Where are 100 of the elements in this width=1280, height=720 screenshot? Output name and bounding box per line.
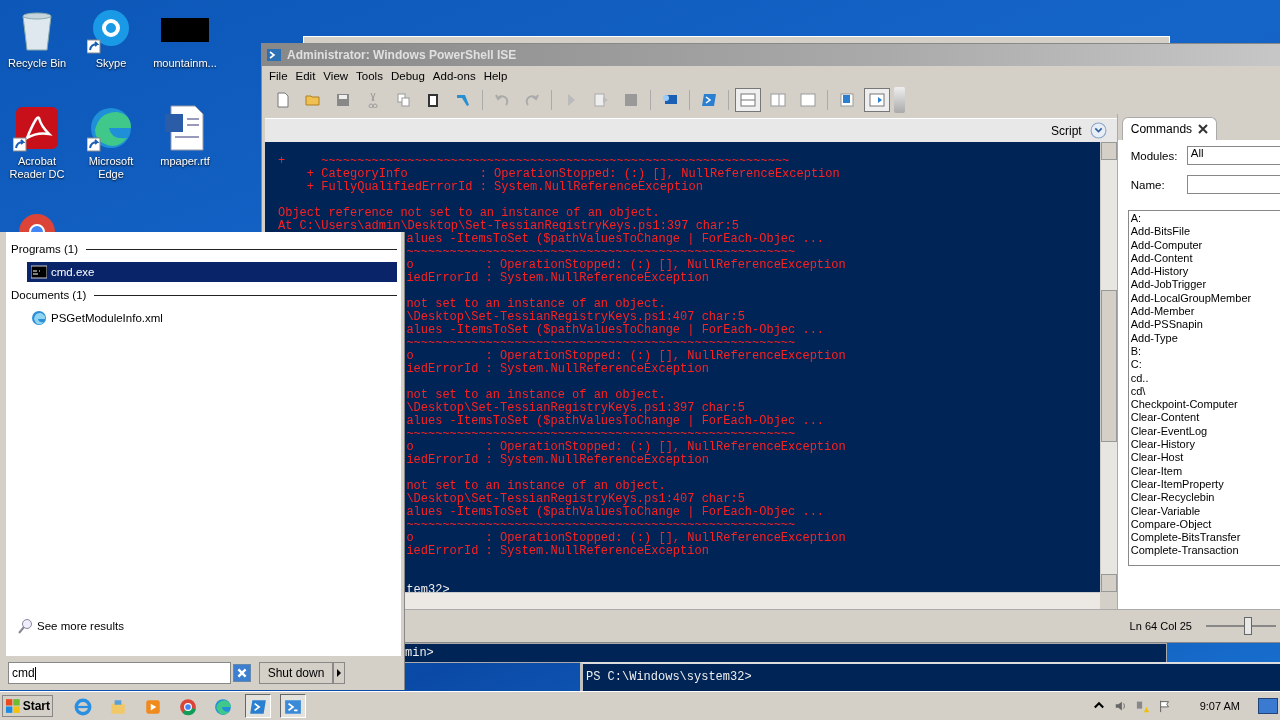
redo-icon — [524, 92, 540, 108]
shut-down-button[interactable]: Shut down — [259, 662, 333, 684]
command-item[interactable]: Add-Member — [1130, 305, 1280, 319]
console-line: At C:\Users\admin\Desktop\Set-TessianRegistryKeys.ps1:397 char:5 — [278, 219, 739, 233]
clear-search-button[interactable] — [233, 664, 251, 682]
powershell-taskbar-button[interactable] — [280, 694, 306, 718]
icon-label: Skype — [95, 57, 127, 70]
console-line: alues -ItemsToSet ($pathValuesToChange | ForEach-Objec ... — [406, 232, 825, 246]
command-item[interactable]: C: — [1130, 358, 1280, 372]
search-result[interactable]: cmd.exe — [27, 262, 397, 282]
icon-label: mountainm... — [153, 57, 217, 70]
menu-item[interactable]: Add-ons — [428, 70, 480, 82]
script-pane-label[interactable]: Script — [1051, 123, 1082, 138]
pane-top-button[interactable] — [735, 88, 761, 112]
powershell-icon — [284, 698, 302, 716]
menu-item[interactable]: View — [319, 70, 353, 82]
save-icon — [335, 92, 351, 108]
command-item[interactable]: Add-BitsFile — [1130, 225, 1280, 239]
command-item[interactable]: Add-Content — [1130, 251, 1280, 266]
command-item[interactable]: Compare-Object — [1130, 517, 1280, 532]
close-icon[interactable] — [1198, 124, 1209, 134]
pdf-icon[interactable] — [13, 104, 61, 152]
powershell-icon — [701, 92, 717, 108]
show-desktop-button[interactable] — [1258, 698, 1278, 714]
group-heading: Documents (1) — [11, 289, 87, 301]
flag-icon[interactable] — [1157, 699, 1172, 713]
window-title: Administrator: Windows PowerShell ISE — [287, 48, 517, 62]
command-item[interactable]: Add-JobTrigger — [1130, 278, 1280, 292]
folder-icon — [305, 92, 321, 108]
zoom-slider-thumb[interactable] — [1244, 617, 1252, 635]
console-line: iedErrorId : System.NullReferenceException — [406, 544, 709, 558]
command-item[interactable]: Add-History — [1130, 265, 1280, 279]
command-item[interactable]: Clear-Variable — [1130, 504, 1280, 518]
command-item[interactable]: cd\ — [1130, 384, 1280, 399]
powershell-icon — [249, 698, 267, 716]
menu-item[interactable]: Edit — [291, 70, 320, 82]
command-item[interactable]: Clear-Recyclebin — [1130, 491, 1280, 505]
browser-icon — [74, 698, 92, 716]
scissors-icon — [365, 92, 381, 108]
command-item[interactable]: Add-Computer — [1130, 238, 1280, 252]
icon-label: Acrobat Reader DC — [8, 155, 66, 181]
menu-item[interactable]: File — [265, 70, 292, 82]
command-item[interactable]: Clear-Host — [1130, 451, 1280, 465]
network-warning-icon[interactable] — [1135, 699, 1150, 713]
ise-taskbar-button[interactable] — [245, 694, 271, 718]
search-icon — [17, 618, 33, 634]
console-line: iedErrorId : System.NullReferenceException — [406, 362, 709, 376]
console-line: alues -ItemsToSet ($pathValuesToChange | ForEach-Objec ... — [406, 323, 825, 337]
windows-logo-icon — [5, 698, 21, 714]
shut-down-options-button[interactable] — [333, 662, 345, 684]
command-item[interactable]: A: — [1130, 212, 1280, 226]
undo-icon — [494, 92, 510, 108]
command-item[interactable]: Add-Type — [1130, 331, 1280, 345]
terminal-icon — [31, 264, 47, 280]
icon-label: mpaper.rtf — [160, 155, 210, 168]
command-item[interactable]: Clear-EventLog — [1130, 424, 1280, 439]
console-line: Object reference not set to an instance of an object. — [278, 206, 660, 220]
command-item[interactable]: Add-PSSnapin — [1130, 318, 1280, 332]
speaker-icon[interactable] — [1113, 699, 1128, 713]
result-label: PSGetModuleInfo.xml — [51, 312, 163, 324]
command-item[interactable]: Complete-BitsTransfer — [1130, 531, 1280, 545]
modules-dropdown[interactable]: All — [1186, 146, 1280, 165]
console-line: not set to an instance of an object. — [406, 297, 666, 311]
console-prompt: PS C:\Windows\system32> — [586, 670, 752, 684]
field-label: Name: — [1130, 178, 1166, 191]
command-item[interactable]: Complete-Transaction — [1130, 544, 1280, 558]
console-line: ~~~~~~~~~~~~~~~~~~~~~~~~~~~~~~~~~~~~~~~~~~~~~~~~~~~~~~ — [406, 427, 796, 441]
command-item[interactable]: Checkpoint-Computer — [1130, 398, 1280, 412]
menu-item[interactable]: Tools — [352, 70, 387, 82]
console-line: ~~~~~~~~~~~~~~~~~~~~~~~~~~~~~~~~~~~~~~~~~~~~~~~~~~~~~~ — [406, 245, 796, 259]
start-button[interactable]: Start — [2, 695, 53, 717]
console-line: alues -ItemsToSet ($pathValuesToChange | ForEach-Objec ... — [406, 414, 825, 428]
brush-icon — [455, 92, 471, 108]
console-line: o : OperationStopped: (:) [], NullReferenceException — [406, 349, 846, 363]
command-item[interactable]: B: — [1130, 344, 1280, 359]
commands-tab[interactable]: Commands — [1121, 117, 1218, 140]
icon-label: Microsoft Edge — [87, 155, 135, 181]
clock[interactable]: 9:07 AM — [1199, 700, 1240, 712]
copy-icon — [395, 92, 411, 108]
command-item[interactable]: Clear-History — [1130, 438, 1280, 452]
command-item[interactable]: Clear-Item — [1130, 464, 1280, 478]
commands-pane-button[interactable] — [864, 88, 890, 112]
search-input-field[interactable]: cmd — [8, 662, 231, 684]
console-line: \Desktop\Set-TessianRegistryKeys.ps1:407 char:5 — [406, 492, 745, 506]
command-item[interactable]: Clear-Content — [1130, 411, 1280, 425]
console-line: not set to an instance of an object. — [406, 388, 666, 402]
toolbar-overflow-button[interactable] — [894, 87, 905, 113]
menu-item[interactable]: Help — [479, 70, 512, 82]
browser-icon — [179, 698, 197, 716]
browser-icon — [31, 310, 47, 326]
chevron-down-icon[interactable] — [1089, 122, 1107, 139]
media-player-icon — [144, 698, 162, 716]
command-item[interactable]: Clear-ItemProperty — [1130, 477, 1280, 492]
menu-item[interactable]: Debug — [386, 70, 429, 82]
command-item[interactable]: cd.. — [1130, 371, 1280, 385]
console-line: ~~~~~~~~~~~~~~~~~~~~~~~~~~~~~~~~~~~~~~~~~~~~~~~~~~~~~~ — [406, 518, 796, 532]
search-result[interactable]: PSGetModuleInfo.xml — [27, 308, 397, 328]
command-item[interactable]: Add-LocalGroupMember — [1130, 291, 1280, 306]
see-more-results-link[interactable]: See more results — [17, 618, 124, 634]
console-line: not set to an instance of an object. — [406, 479, 666, 493]
